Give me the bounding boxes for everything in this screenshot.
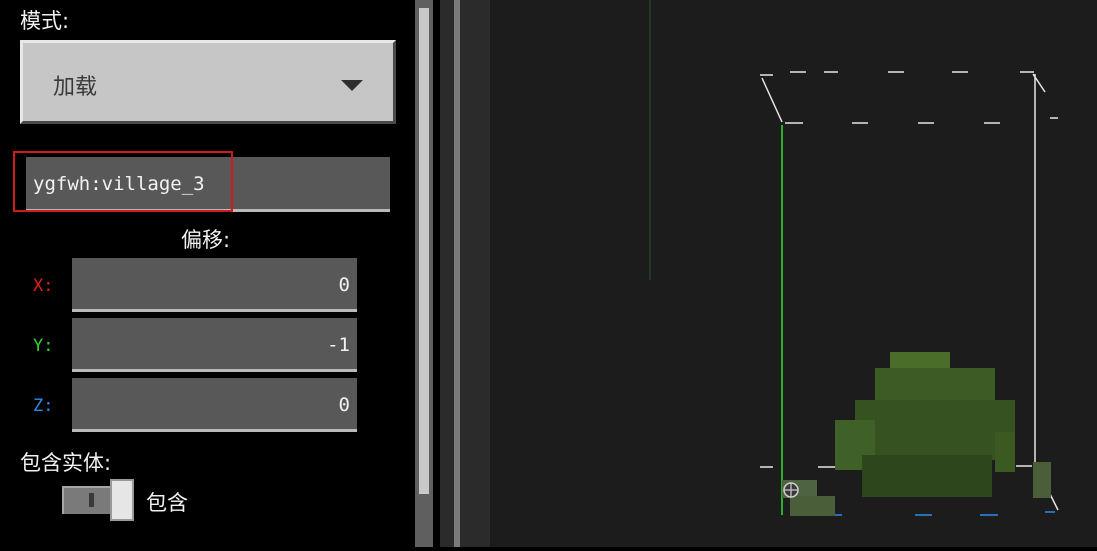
panel-scrollbar[interactable] xyxy=(415,0,433,547)
offset-z-label: Z: xyxy=(33,396,54,416)
offset-x-label: X: xyxy=(33,276,54,296)
offset-x-input[interactable]: 0 xyxy=(72,258,357,312)
z-axis-dashes xyxy=(825,511,1055,516)
offset-y-value: -1 xyxy=(327,334,350,356)
highlight-box xyxy=(13,151,233,212)
include-entities-toggle[interactable] xyxy=(62,479,134,521)
tree-foliage xyxy=(782,352,1051,516)
offset-y-label: Y: xyxy=(33,336,54,356)
include-entities-value: 包含 xyxy=(146,491,188,515)
scrollbar-thumb[interactable] xyxy=(419,8,429,494)
offset-z-value: 0 xyxy=(338,394,350,416)
chevron-down-icon xyxy=(341,80,363,91)
structure-preview-viewport[interactable] xyxy=(490,0,1097,547)
toggle-notch xyxy=(89,493,94,507)
mode-dropdown[interactable]: 加载 xyxy=(20,40,396,124)
structure-settings-panel: 模式: 加载 ygfwh:village_3 偏移: X: 0 Y: -1 Z:… xyxy=(0,0,440,547)
divider-bar xyxy=(454,0,460,547)
offset-label: 偏移: xyxy=(181,228,231,252)
crosshair-icon xyxy=(783,482,799,498)
offset-z-input[interactable]: 0 xyxy=(72,378,357,432)
offset-x-value: 0 xyxy=(338,274,350,296)
toggle-knob[interactable] xyxy=(110,479,134,521)
mode-dropdown-value: 加载 xyxy=(53,75,98,100)
offset-y-input[interactable]: -1 xyxy=(72,318,357,372)
mode-label: 模式: xyxy=(20,9,70,33)
include-entities-label: 包含实体: xyxy=(20,451,112,475)
preview-scene xyxy=(649,0,1059,516)
toggle-track xyxy=(62,486,112,514)
panel-divider[interactable] xyxy=(440,0,490,547)
